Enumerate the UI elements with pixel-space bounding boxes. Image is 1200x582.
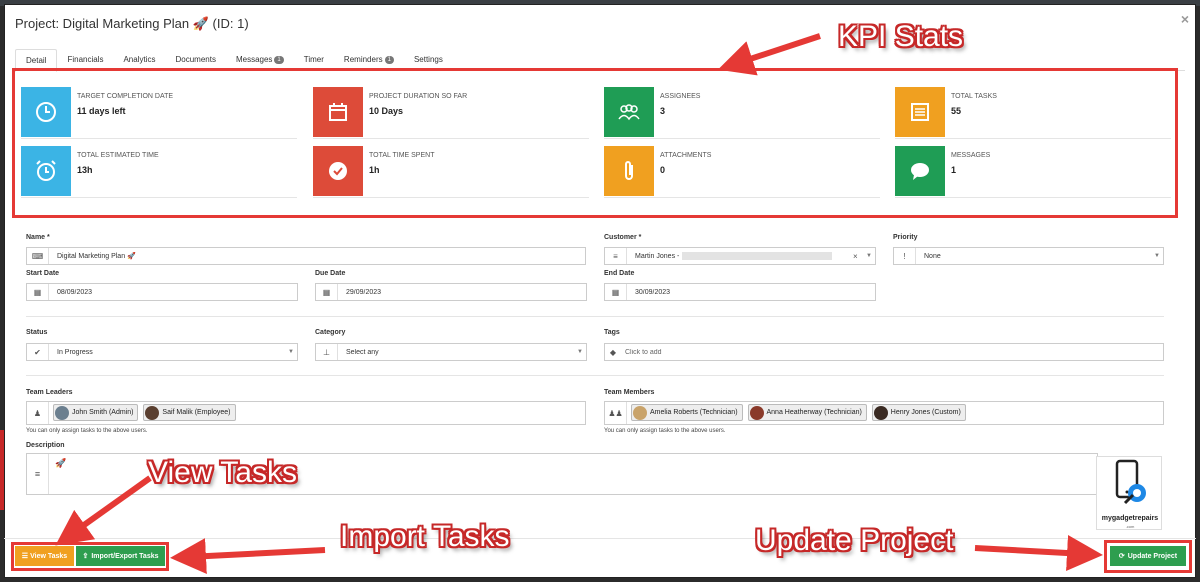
start-date-label: Start Date — [26, 270, 60, 277]
callout-kpi-stats: KPI Stats — [838, 20, 964, 53]
logo-subtext: .com — [1125, 524, 1135, 529]
close-icon[interactable]: × — [1181, 11, 1189, 27]
name-value: Digital Marketing Plan 🚀 — [57, 253, 136, 260]
end-date-value: 30/09/2023 — [635, 288, 671, 296]
tags-placeholder: Click to add — [625, 348, 662, 356]
kpi-highlight-box — [12, 68, 1178, 218]
due-date-input[interactable]: ▦ 29/09/2023 — [315, 283, 587, 301]
name-field[interactable]: ⌨ Digital Marketing Plan 🚀 — [26, 247, 586, 265]
list-icon: ☰ — [21, 553, 29, 560]
tab-label: Documents — [175, 55, 216, 64]
category-label: Category — [315, 329, 346, 336]
leaders-help: You can only assign tasks to the above u… — [26, 428, 148, 434]
tags-label: Tags — [604, 329, 620, 336]
check-icon: ✔ — [27, 344, 49, 360]
avatar — [873, 405, 888, 420]
import-export-label: Import/Export Tasks — [91, 552, 159, 560]
end-date-label: End Date — [604, 270, 635, 277]
status-value: In Progress — [57, 348, 93, 356]
view-tasks-button[interactable]: ☰ View Tasks — [15, 546, 74, 566]
upload-icon: ⇪ — [82, 553, 89, 560]
category-value: Select any — [346, 348, 379, 356]
list-icon: ≡ — [27, 454, 49, 494]
description-value: 🚀 — [55, 458, 67, 468]
priority-select[interactable]: ! None ▼ — [893, 247, 1164, 265]
calendar-icon: ▦ — [605, 284, 627, 300]
users-icon: ♟♟ — [605, 402, 627, 424]
due-date-label: Due Date — [315, 270, 346, 277]
avatar — [145, 405, 160, 420]
description-label: Description — [26, 442, 65, 449]
member-chip[interactable]: Amelia Roberts (Technician) — [631, 404, 743, 422]
due-date-value: 29/09/2023 — [346, 288, 382, 296]
update-project-button[interactable]: ⟳ Update Project — [1110, 546, 1186, 566]
member-chip[interactable]: Anna Heatherway (Technician) — [747, 404, 867, 422]
team-members-chips: Amelia Roberts (Technician) Anna Heather… — [627, 404, 1163, 422]
chevron-down-icon: ▼ — [577, 349, 583, 355]
divider — [26, 316, 1164, 317]
tab-label: Financials — [67, 55, 104, 64]
avatar — [55, 405, 69, 420]
tab-label: Messages — [235, 55, 273, 64]
divider — [26, 375, 1164, 376]
callout-import-tasks: Import Tasks — [340, 520, 510, 553]
name-label: Name * — [26, 234, 50, 241]
callout-update-project: Update Project — [755, 524, 954, 557]
team-members-label: Team Members — [604, 389, 655, 396]
start-date-value: 08/09/2023 — [57, 288, 93, 296]
update-project-label: Update Project — [1127, 552, 1178, 560]
tab-label: Settings — [413, 55, 443, 64]
tab-label: Analytics — [123, 55, 156, 64]
tab-label: Timer — [303, 55, 324, 64]
tab-badge: 1 — [384, 55, 394, 64]
leader-chip[interactable]: John Smith (Admin) — [53, 404, 139, 422]
calendar-icon: ▦ — [27, 284, 49, 300]
start-date-input[interactable]: ▦ 08/09/2023 — [26, 283, 298, 301]
avatar — [633, 405, 647, 420]
sitemap-icon: ⊥ — [316, 344, 338, 360]
logo-text: mygadgetrepairs — [1101, 515, 1159, 522]
team-leaders-chips: John Smith (Admin) Saif Malik (Employee) — [49, 404, 585, 422]
end-date-input[interactable]: ▦ 30/09/2023 — [604, 283, 876, 301]
team-members-field[interactable]: ♟♟ Amelia Roberts (Technician) Anna Heat… — [604, 401, 1164, 425]
import-export-tasks-button[interactable]: ⇪ Import/Export Tasks — [76, 546, 165, 566]
footer-divider — [4, 538, 1196, 539]
chevron-down-icon: ▼ — [1154, 253, 1160, 259]
members-help: You can only assign tasks to the above u… — [604, 428, 726, 434]
tab-badge: 1 — [274, 55, 284, 64]
user-icon: ♟ — [27, 402, 49, 424]
priority-label: Priority — [893, 234, 918, 241]
customer-label: Customer * — [604, 234, 642, 241]
status-select[interactable]: ✔ In Progress ▼ — [26, 343, 298, 361]
tag-icon: ◆ — [609, 347, 617, 357]
tab-label: Reminders — [343, 55, 383, 64]
view-tasks-label: View Tasks — [30, 552, 68, 560]
customer-select[interactable]: ≡ Martin Jones - × ▼ — [604, 247, 876, 265]
avatar — [749, 405, 764, 420]
tags-input[interactable]: ◆ Click to add — [604, 343, 1164, 361]
refresh-icon: ⟳ — [1118, 553, 1125, 560]
modal-title: Project: Digital Marketing Plan 🚀 (ID: 1… — [15, 16, 249, 31]
member-chip[interactable]: Henry Jones (Custom) — [871, 404, 966, 422]
team-leaders-label: Team Leaders — [26, 389, 73, 396]
category-select[interactable]: ⊥ Select any ▼ — [315, 343, 587, 361]
priority-value: None — [924, 252, 941, 260]
brand-logo: mygadgetrepairs .com — [1096, 456, 1162, 530]
chevron-down-icon: ▼ — [866, 253, 872, 259]
tab-label: Detail — [26, 56, 47, 65]
chevron-down-icon: ▼ — [288, 349, 294, 355]
callout-view-tasks: View Tasks — [148, 456, 297, 489]
customer-value: Martin Jones - — [627, 252, 853, 260]
team-leaders-field[interactable]: ♟ John Smith (Admin) Saif Malik (Employe… — [26, 401, 586, 425]
keyboard-icon: ⌨ — [27, 248, 49, 264]
phone-gear-icon — [1115, 459, 1146, 505]
clear-icon[interactable]: × — [853, 252, 863, 261]
list-icon: ≡ — [605, 248, 627, 264]
calendar-icon: ▦ — [316, 284, 338, 300]
exclamation-icon: ! — [894, 248, 916, 264]
leader-chip[interactable]: Saif Malik (Employee) — [143, 404, 236, 422]
status-label: Status — [26, 329, 48, 336]
